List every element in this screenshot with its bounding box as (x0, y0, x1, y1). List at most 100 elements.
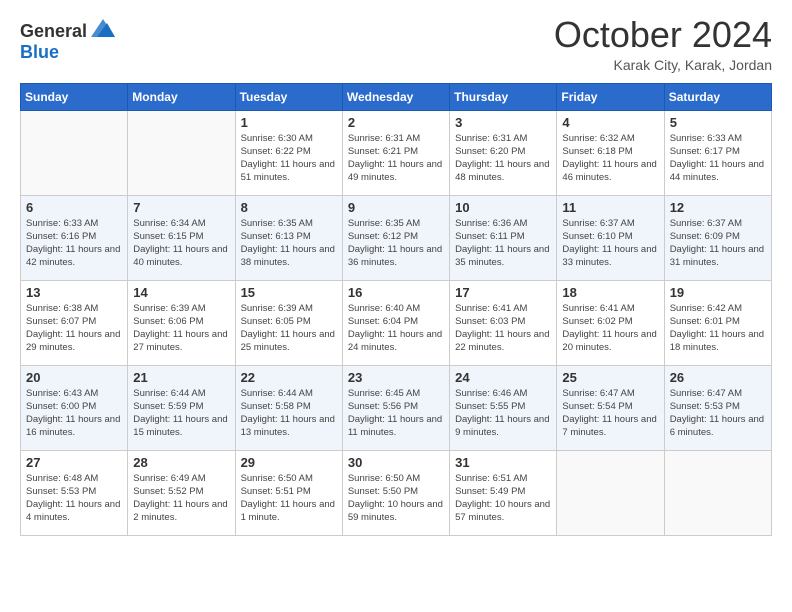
day-number: 2 (348, 115, 444, 130)
title-area: October 2024 Karak City, Karak, Jordan (554, 15, 772, 73)
calendar-week-row: 6Sunrise: 6:33 AMSunset: 6:16 PMDaylight… (21, 195, 772, 280)
calendar-cell: 28 Sunrise: 6:49 AMSunset: 5:52 PMDayligh… (128, 450, 235, 535)
calendar-cell: 27 Sunrise: 6:48 AMSunset: 5:53 PMDayligh… (21, 450, 128, 535)
calendar-header-wednesday: Wednesday (342, 83, 449, 110)
logo-blue: Blue (20, 42, 59, 62)
day-info: Sunrise: 6:44 AMSunset: 5:59 PMDaylight:… (133, 387, 229, 440)
day-number: 23 (348, 370, 444, 385)
calendar-cell (21, 110, 128, 195)
calendar-cell: 25 Sunrise: 6:47 AMSunset: 5:54 PMDayligh… (557, 365, 664, 450)
day-info: Sunrise: 6:41 AMSunset: 6:03 PMDaylight:… (455, 302, 551, 355)
day-number: 5 (670, 115, 766, 130)
day-info: Sunrise: 6:50 AMSunset: 5:51 PMDaylight:… (241, 472, 337, 525)
day-number: 9 (348, 200, 444, 215)
day-info: Sunrise: 6:33 AMSunset: 6:17 PMDaylight:… (670, 132, 766, 185)
day-info: Sunrise: 6:36 AMSunset: 6:11 PMDaylight:… (455, 217, 551, 270)
logo-general: General (20, 22, 87, 42)
calendar-cell: 19Sunrise: 6:42 AMSunset: 6:01 PMDayligh… (664, 280, 771, 365)
day-number: 1 (241, 115, 337, 130)
calendar-cell: 29 Sunrise: 6:50 AMSunset: 5:51 PMDayligh… (235, 450, 342, 535)
calendar-cell: 20 Sunrise: 6:43 AMSunset: 6:00 PMDayligh… (21, 365, 128, 450)
day-info: Sunrise: 6:41 AMSunset: 6:02 PMDaylight:… (562, 302, 658, 355)
day-number: 27 (26, 455, 122, 470)
calendar-cell: 30 Sunrise: 6:50 AMSunset: 5:50 PMDayligh… (342, 450, 449, 535)
day-info: Sunrise: 6:38 AMSunset: 6:07 PMDaylight:… (26, 302, 122, 355)
calendar-cell: 14Sunrise: 6:39 AMSunset: 6:06 PMDayligh… (128, 280, 235, 365)
day-number: 26 (670, 370, 766, 385)
day-number: 25 (562, 370, 658, 385)
calendar-cell: 12 Sunrise: 6:37 AMSunset: 6:09 PMDayligh… (664, 195, 771, 280)
day-number: 17 (455, 285, 551, 300)
calendar-cell: 17 Sunrise: 6:41 AMSunset: 6:03 PMDayligh… (450, 280, 557, 365)
day-info: Sunrise: 6:34 AMSunset: 6:15 PMDaylight:… (133, 217, 229, 270)
day-number: 16 (348, 285, 444, 300)
calendar-week-row: 1 Sunrise: 6:30 AMSunset: 6:22 PMDaylight… (21, 110, 772, 195)
day-info: Sunrise: 6:43 AMSunset: 6:00 PMDaylight:… (26, 387, 122, 440)
day-info: Sunrise: 6:47 AMSunset: 5:54 PMDaylight:… (562, 387, 658, 440)
logo-icon (89, 15, 117, 43)
calendar-table: SundayMondayTuesdayWednesdayThursdayFrid… (20, 83, 772, 536)
day-number: 29 (241, 455, 337, 470)
day-info: Sunrise: 6:31 AMSunset: 6:21 PMDaylight:… (348, 132, 444, 185)
day-number: 15 (241, 285, 337, 300)
day-info: Sunrise: 6:33 AMSunset: 6:16 PMDaylight:… (26, 217, 122, 270)
calendar-cell: 5 Sunrise: 6:33 AMSunset: 6:17 PMDaylight… (664, 110, 771, 195)
day-number: 31 (455, 455, 551, 470)
day-info: Sunrise: 6:30 AMSunset: 6:22 PMDaylight:… (241, 132, 337, 185)
day-info: Sunrise: 6:45 AMSunset: 5:56 PMDaylight:… (348, 387, 444, 440)
calendar-cell: 11Sunrise: 6:37 AMSunset: 6:10 PMDayligh… (557, 195, 664, 280)
calendar-cell: 23 Sunrise: 6:45 AMSunset: 5:56 PMDayligh… (342, 365, 449, 450)
calendar-cell: 22 Sunrise: 6:44 AMSunset: 5:58 PMDayligh… (235, 365, 342, 450)
calendar-cell: 9 Sunrise: 6:35 AMSunset: 6:12 PMDaylight… (342, 195, 449, 280)
calendar-cell: 13Sunrise: 6:38 AMSunset: 6:07 PMDayligh… (21, 280, 128, 365)
day-number: 28 (133, 455, 229, 470)
calendar-cell (557, 450, 664, 535)
day-number: 21 (133, 370, 229, 385)
location-title: Karak City, Karak, Jordan (554, 57, 772, 73)
calendar-cell: 6Sunrise: 6:33 AMSunset: 6:16 PMDaylight… (21, 195, 128, 280)
logo: General Blue (20, 20, 117, 63)
day-info: Sunrise: 6:39 AMSunset: 6:06 PMDaylight:… (133, 302, 229, 355)
calendar-cell: 31 Sunrise: 6:51 AMSunset: 5:49 PMDayligh… (450, 450, 557, 535)
calendar-week-row: 13Sunrise: 6:38 AMSunset: 6:07 PMDayligh… (21, 280, 772, 365)
calendar-cell: 16Sunrise: 6:40 AMSunset: 6:04 PMDayligh… (342, 280, 449, 365)
calendar-header-saturday: Saturday (664, 83, 771, 110)
calendar-cell: 21 Sunrise: 6:44 AMSunset: 5:59 PMDayligh… (128, 365, 235, 450)
month-title: October 2024 (554, 15, 772, 55)
day-info: Sunrise: 6:35 AMSunset: 6:13 PMDaylight:… (241, 217, 337, 270)
day-info: Sunrise: 6:37 AMSunset: 6:10 PMDaylight:… (562, 217, 658, 270)
day-info: Sunrise: 6:49 AMSunset: 5:52 PMDaylight:… (133, 472, 229, 525)
day-info: Sunrise: 6:50 AMSunset: 5:50 PMDaylight:… (348, 472, 444, 525)
day-number: 8 (241, 200, 337, 215)
day-number: 3 (455, 115, 551, 130)
header: General Blue October 2024 Karak City, Ka… (20, 15, 772, 73)
day-info: Sunrise: 6:48 AMSunset: 5:53 PMDaylight:… (26, 472, 122, 525)
calendar-header-monday: Monday (128, 83, 235, 110)
day-info: Sunrise: 6:42 AMSunset: 6:01 PMDaylight:… (670, 302, 766, 355)
day-info: Sunrise: 6:37 AMSunset: 6:09 PMDaylight:… (670, 217, 766, 270)
day-number: 30 (348, 455, 444, 470)
calendar-header-tuesday: Tuesday (235, 83, 342, 110)
calendar-cell: 24Sunrise: 6:46 AMSunset: 5:55 PMDayligh… (450, 365, 557, 450)
calendar-week-row: 20 Sunrise: 6:43 AMSunset: 6:00 PMDayligh… (21, 365, 772, 450)
day-number: 22 (241, 370, 337, 385)
day-info: Sunrise: 6:31 AMSunset: 6:20 PMDaylight:… (455, 132, 551, 185)
calendar-cell: 1 Sunrise: 6:30 AMSunset: 6:22 PMDaylight… (235, 110, 342, 195)
calendar-week-row: 27 Sunrise: 6:48 AMSunset: 5:53 PMDayligh… (21, 450, 772, 535)
day-number: 4 (562, 115, 658, 130)
day-number: 20 (26, 370, 122, 385)
calendar-header-row: SundayMondayTuesdayWednesdayThursdayFrid… (21, 83, 772, 110)
calendar-cell: 26 Sunrise: 6:47 AMSunset: 5:53 PMDayligh… (664, 365, 771, 450)
day-info: Sunrise: 6:47 AMSunset: 5:53 PMDaylight:… (670, 387, 766, 440)
calendar-header-thursday: Thursday (450, 83, 557, 110)
day-info: Sunrise: 6:35 AMSunset: 6:12 PMDaylight:… (348, 217, 444, 270)
day-number: 7 (133, 200, 229, 215)
day-info: Sunrise: 6:51 AMSunset: 5:49 PMDaylight:… (455, 472, 551, 525)
calendar-cell (128, 110, 235, 195)
day-number: 10 (455, 200, 551, 215)
day-info: Sunrise: 6:46 AMSunset: 5:55 PMDaylight:… (455, 387, 551, 440)
calendar-cell: 10 Sunrise: 6:36 AMSunset: 6:11 PMDayligh… (450, 195, 557, 280)
day-info: Sunrise: 6:44 AMSunset: 5:58 PMDaylight:… (241, 387, 337, 440)
day-number: 12 (670, 200, 766, 215)
calendar-cell: 18Sunrise: 6:41 AMSunset: 6:02 PMDayligh… (557, 280, 664, 365)
